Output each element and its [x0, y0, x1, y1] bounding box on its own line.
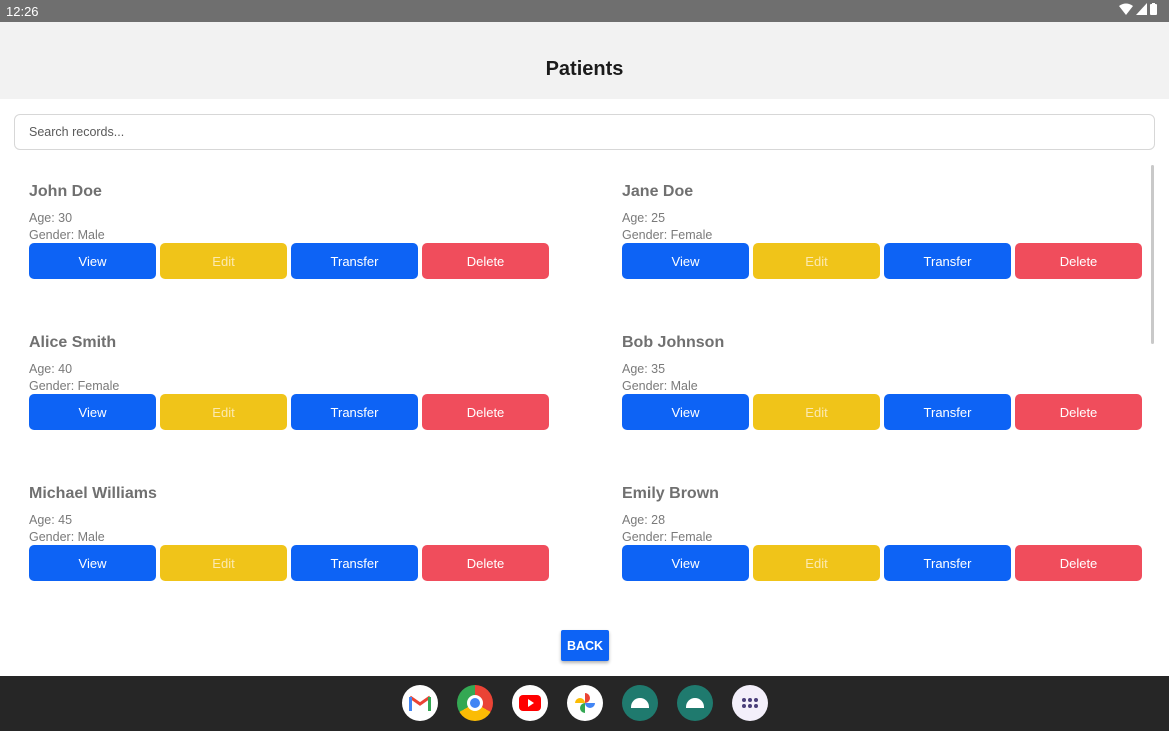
- action-row: View Edit Transfer Delete: [29, 243, 549, 279]
- delete-button[interactable]: Delete: [1015, 545, 1142, 581]
- patient-card: Alice Smith Age: 40 Gender: Female View …: [29, 334, 549, 454]
- patient-age: Age: 45: [29, 513, 73, 527]
- patient-gender: Gender: Female: [622, 530, 713, 544]
- edit-button[interactable]: Edit: [160, 545, 287, 581]
- view-button[interactable]: View: [29, 394, 156, 430]
- patient-age: Age: 40: [29, 362, 73, 376]
- patient-gender: Gender: Female: [622, 228, 713, 242]
- patient-age: Age: 28: [622, 513, 666, 527]
- android-app-icon[interactable]: [677, 685, 713, 721]
- patient-name: Michael Williams: [29, 485, 157, 502]
- status-bar: 12:26: [0, 0, 1169, 22]
- patient-card: Jane Doe Age: 25 Gender: Female View Edi…: [622, 183, 1142, 303]
- edit-button[interactable]: Edit: [753, 243, 880, 279]
- action-row: View Edit Transfer Delete: [29, 545, 549, 581]
- action-row: View Edit Transfer Delete: [622, 545, 1142, 581]
- action-row: View Edit Transfer Delete: [29, 394, 549, 430]
- patient-card: Michael Williams Age: 45 Gender: Male Vi…: [29, 485, 549, 605]
- action-row: View Edit Transfer Delete: [622, 243, 1142, 279]
- navigation-bar: [0, 676, 1169, 731]
- status-icons: [1119, 3, 1157, 15]
- transfer-button[interactable]: Transfer: [291, 394, 418, 430]
- transfer-button[interactable]: Transfer: [291, 545, 418, 581]
- patient-gender: Gender: Male: [29, 228, 105, 242]
- signal-icon: [1136, 3, 1147, 15]
- back-button[interactable]: BACK: [561, 630, 609, 661]
- delete-button[interactable]: Delete: [422, 545, 549, 581]
- edit-button[interactable]: Edit: [160, 243, 287, 279]
- edit-button[interactable]: Edit: [753, 545, 880, 581]
- transfer-button[interactable]: Transfer: [884, 394, 1011, 430]
- delete-button[interactable]: Delete: [1015, 243, 1142, 279]
- app-drawer-icon[interactable]: [732, 685, 768, 721]
- transfer-button[interactable]: Transfer: [291, 243, 418, 279]
- delete-button[interactable]: Delete: [422, 243, 549, 279]
- status-time: 12:26: [6, 4, 39, 19]
- search-input[interactable]: [14, 114, 1155, 150]
- patient-name: Jane Doe: [622, 183, 694, 200]
- patient-card: Bob Johnson Age: 35 Gender: Male View Ed…: [622, 334, 1142, 454]
- view-button[interactable]: View: [29, 545, 156, 581]
- patient-name: Bob Johnson: [622, 334, 725, 351]
- delete-button[interactable]: Delete: [422, 394, 549, 430]
- patient-gender: Gender: Male: [622, 379, 698, 393]
- delete-button[interactable]: Delete: [1015, 394, 1142, 430]
- page-title: Patients: [545, 58, 624, 80]
- view-button[interactable]: View: [29, 243, 156, 279]
- patient-age: Age: 35: [622, 362, 666, 376]
- header: Patients: [0, 22, 1169, 99]
- app-dock: [402, 685, 768, 721]
- view-button[interactable]: View: [622, 545, 749, 581]
- gmail-icon[interactable]: [402, 685, 438, 721]
- patient-gender: Gender: Female: [29, 379, 120, 393]
- android-app-icon[interactable]: [622, 685, 658, 721]
- youtube-icon[interactable]: [512, 685, 548, 721]
- transfer-button[interactable]: Transfer: [884, 545, 1011, 581]
- edit-button[interactable]: Edit: [753, 394, 880, 430]
- patient-name: John Doe: [29, 183, 102, 200]
- wifi-icon: [1119, 3, 1133, 15]
- photos-icon[interactable]: [567, 685, 603, 721]
- battery-icon: [1150, 3, 1157, 15]
- patient-name: Alice Smith: [29, 334, 117, 351]
- patient-card: Emily Brown Age: 28 Gender: Female View …: [622, 485, 1142, 605]
- transfer-button[interactable]: Transfer: [884, 243, 1011, 279]
- patient-gender: Gender: Male: [29, 530, 105, 544]
- action-row: View Edit Transfer Delete: [622, 394, 1142, 430]
- patient-card: John Doe Age: 30 Gender: Male View Edit …: [29, 183, 549, 303]
- patient-age: Age: 25: [622, 211, 666, 225]
- view-button[interactable]: View: [622, 394, 749, 430]
- view-button[interactable]: View: [622, 243, 749, 279]
- patient-name: Emily Brown: [622, 485, 719, 502]
- chrome-icon[interactable]: [457, 685, 493, 721]
- edit-button[interactable]: Edit: [160, 394, 287, 430]
- scrollbar[interactable]: [1151, 165, 1154, 344]
- patient-age: Age: 30: [29, 211, 73, 225]
